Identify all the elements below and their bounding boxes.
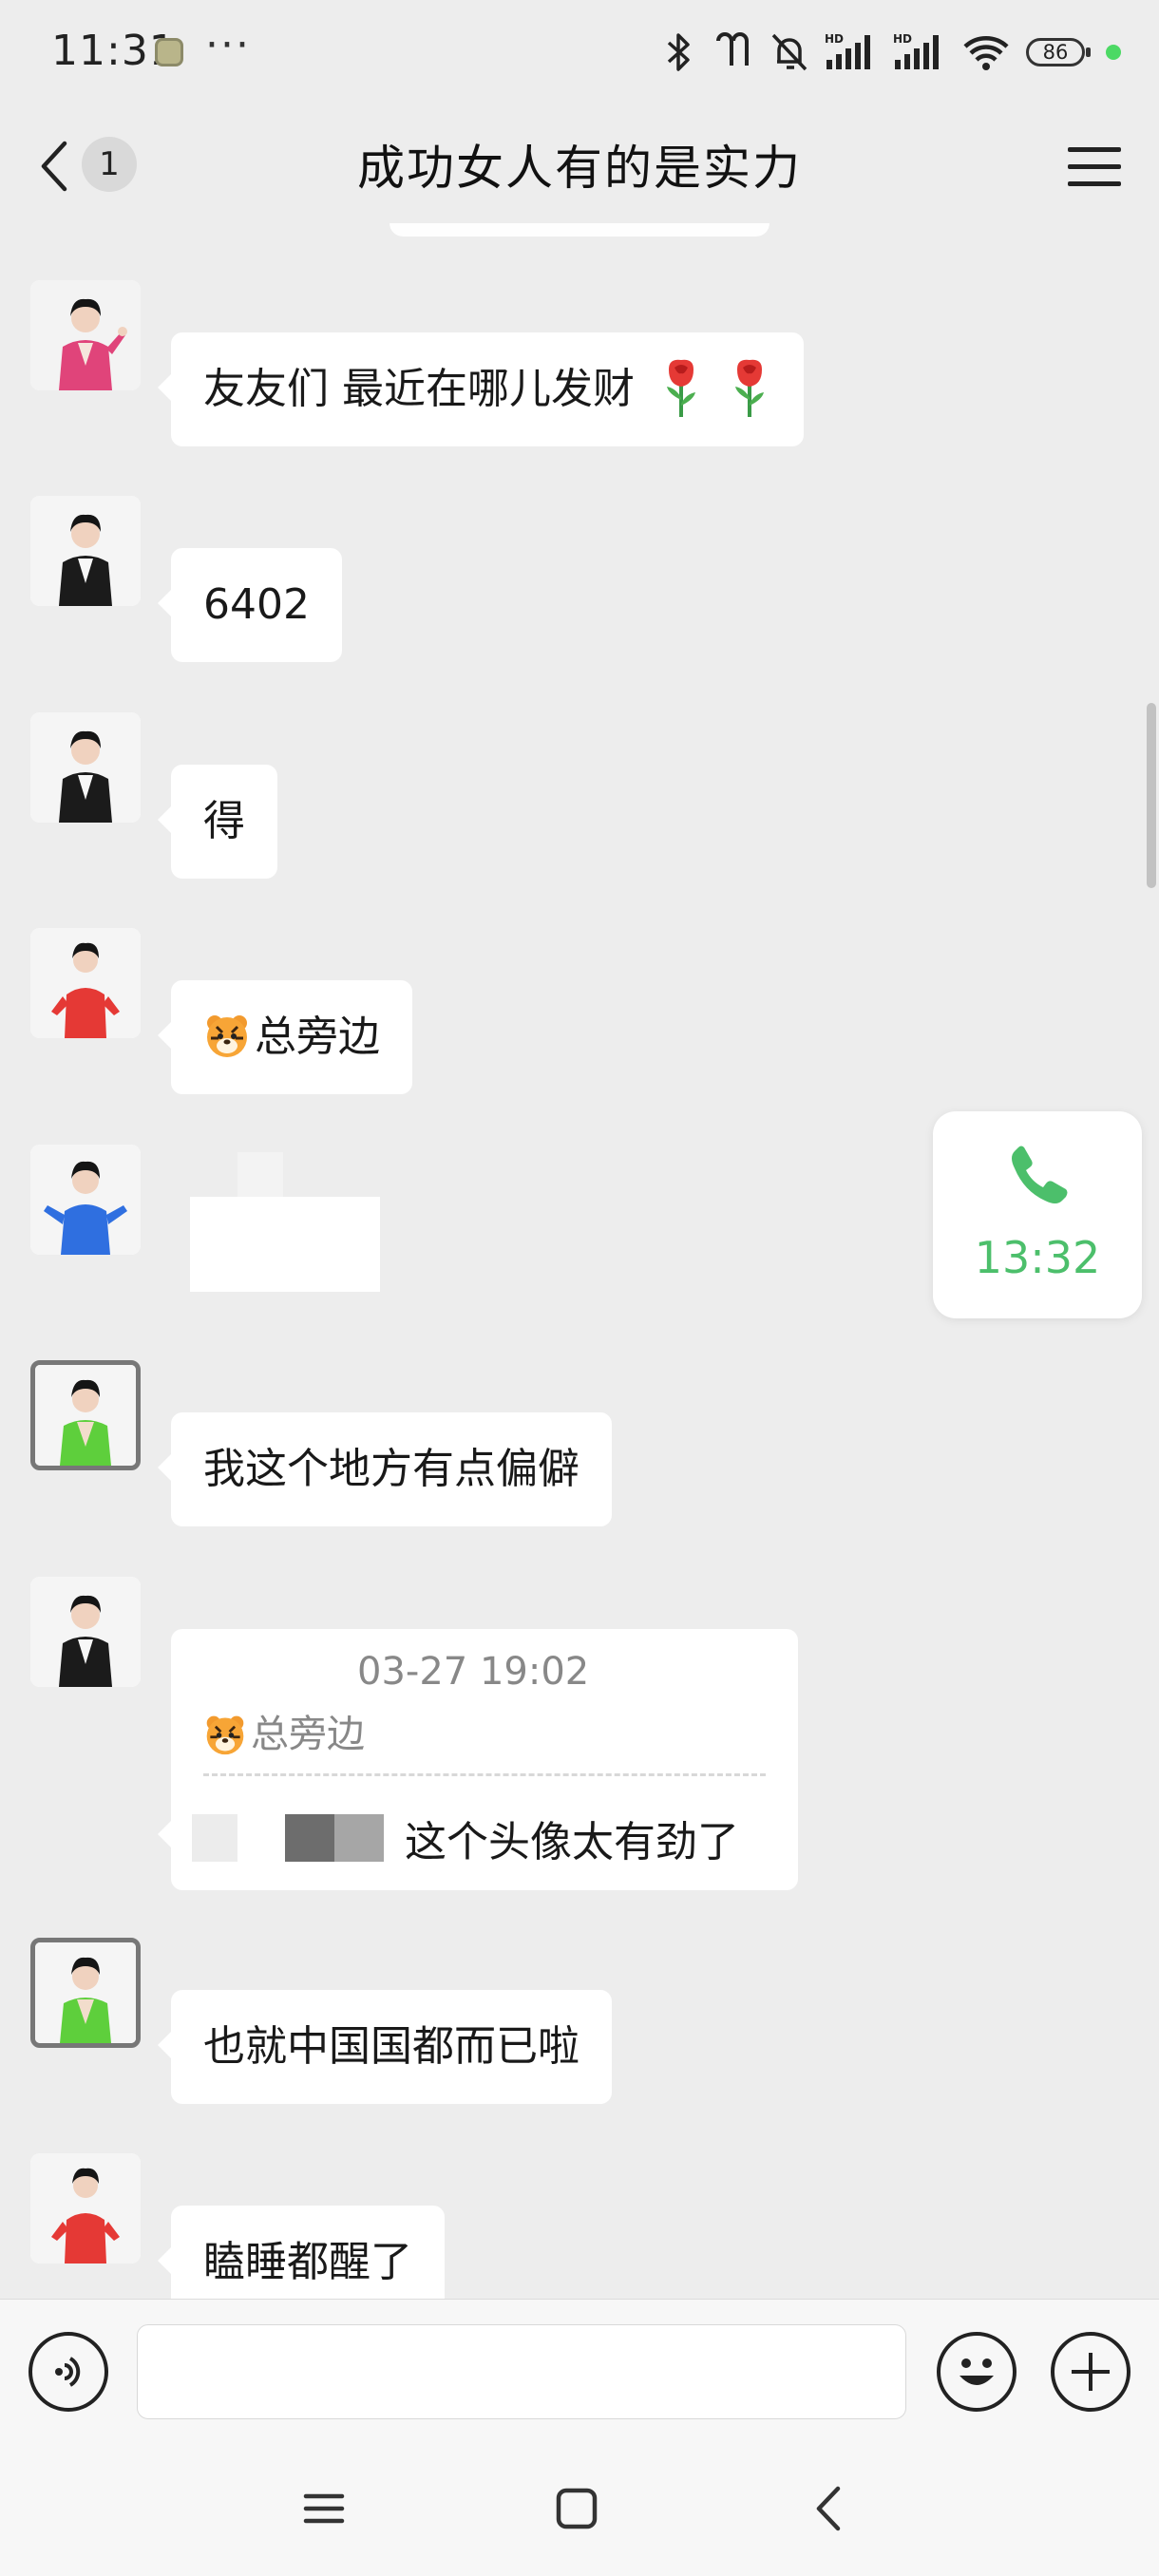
hamburger-menu-icon[interactable] xyxy=(1068,140,1121,193)
message-bubble[interactable]: 我这个地方有点偏僻 xyxy=(158,1412,612,1526)
more-notifications-icon: ··· xyxy=(205,21,251,69)
message-input[interactable] xyxy=(137,2324,906,2419)
message-bubble[interactable]: 瞌睡都醒了 xyxy=(158,2206,445,2299)
message-input-bar xyxy=(0,2299,1159,2441)
earbuds-icon xyxy=(716,32,749,66)
home-square-icon[interactable] xyxy=(543,2475,610,2542)
battery-icon: 86 xyxy=(1026,38,1091,66)
avatar[interactable] xyxy=(30,928,141,1038)
message-text: 也就中国国都而已啦 xyxy=(203,2022,580,2071)
privacy-indicator-dot xyxy=(1106,45,1121,60)
call-duration: 13:32 xyxy=(974,1232,1101,1283)
blurred-thumbnail xyxy=(334,1814,384,1862)
system-navigation-bar xyxy=(0,2441,1159,2576)
blank-image-corner xyxy=(238,1152,283,1198)
rose-emoji-icon xyxy=(659,356,703,419)
message-text: 总旁边 xyxy=(255,1013,380,1061)
wifi-icon xyxy=(963,36,1009,70)
message-text: 得 xyxy=(203,797,245,845)
chat-header: 1 成功女人有的是实力 xyxy=(0,109,1159,223)
avatar[interactable] xyxy=(30,496,141,606)
avatar[interactable] xyxy=(30,1360,141,1470)
svg-text:HD: HD xyxy=(893,32,912,46)
message-text: 瞌睡都醒了 xyxy=(203,2238,412,2286)
message-bubble[interactable]: 总旁边 xyxy=(158,980,412,1094)
mute-icon xyxy=(771,33,808,71)
quote-timestamp: 03-27 19:02 xyxy=(357,1650,590,1694)
blurred-thumbnail xyxy=(192,1814,238,1862)
scrollbar[interactable] xyxy=(1147,703,1156,888)
voice-icon[interactable] xyxy=(28,2332,108,2412)
chat-message-list[interactable]: 友友们 最近在哪儿发财 6402 得 总旁边 我这个地方有点偏僻 03-27 1… xyxy=(0,223,1159,2299)
hd-signal-icon: HD xyxy=(893,32,939,69)
chat-title: 成功女人有的是实力 xyxy=(357,141,802,196)
avatar[interactable] xyxy=(30,712,141,823)
app-icon xyxy=(155,38,183,66)
avatar[interactable] xyxy=(30,1938,141,2048)
avatar[interactable] xyxy=(30,2153,141,2263)
partial-message-bubble xyxy=(390,223,770,237)
avatar[interactable] xyxy=(30,1145,141,1255)
svg-text:HD: HD xyxy=(825,32,844,46)
phone-icon xyxy=(1012,1146,1068,1203)
message-text: 6402 xyxy=(203,580,310,629)
hd-signal-icon: HD xyxy=(825,32,870,69)
message-text: 这个头像太有劲了 xyxy=(405,1818,739,1866)
tiger-emoji-icon xyxy=(203,1012,251,1059)
tiger-emoji-icon xyxy=(203,1713,247,1756)
floating-call-card[interactable]: 13:32 xyxy=(933,1111,1142,1318)
message-text: 我这个地方有点偏僻 xyxy=(203,1445,580,1493)
rose-emoji-icon xyxy=(728,356,771,419)
message-bubble[interactable]: 6402 xyxy=(158,548,342,662)
message-bubble[interactable]: 友友们 最近在哪儿发财 xyxy=(158,332,804,446)
message-text: 友友们 最近在哪儿发财 xyxy=(203,365,635,413)
quote-divider xyxy=(203,1773,766,1776)
back-icon[interactable] xyxy=(796,2475,863,2542)
blurred-thumbnail xyxy=(285,1814,334,1862)
image-message-bubble[interactable] xyxy=(190,1197,380,1292)
status-icons: HD HD 86 xyxy=(663,28,1121,76)
smiley-icon[interactable] xyxy=(937,2332,1016,2412)
quote-message-bubble[interactable]: 03-27 19:02 总旁边 这个头像太有劲了 xyxy=(158,1629,798,1890)
menu-icon[interactable] xyxy=(291,2475,357,2542)
message-bubble[interactable]: 也就中国国都而已啦 xyxy=(158,1990,612,2104)
bluetooth-icon xyxy=(667,33,690,71)
plus-icon[interactable] xyxy=(1051,2332,1130,2412)
message-bubble[interactable]: 得 xyxy=(158,765,277,879)
status-bar: 11:31 ··· HD HD 86 xyxy=(0,0,1159,109)
quote-sender-name: 总旁边 xyxy=(251,1713,365,1756)
avatar[interactable] xyxy=(30,280,141,390)
avatar[interactable] xyxy=(30,1577,141,1687)
quote-sender: 总旁边 xyxy=(203,1703,365,1758)
